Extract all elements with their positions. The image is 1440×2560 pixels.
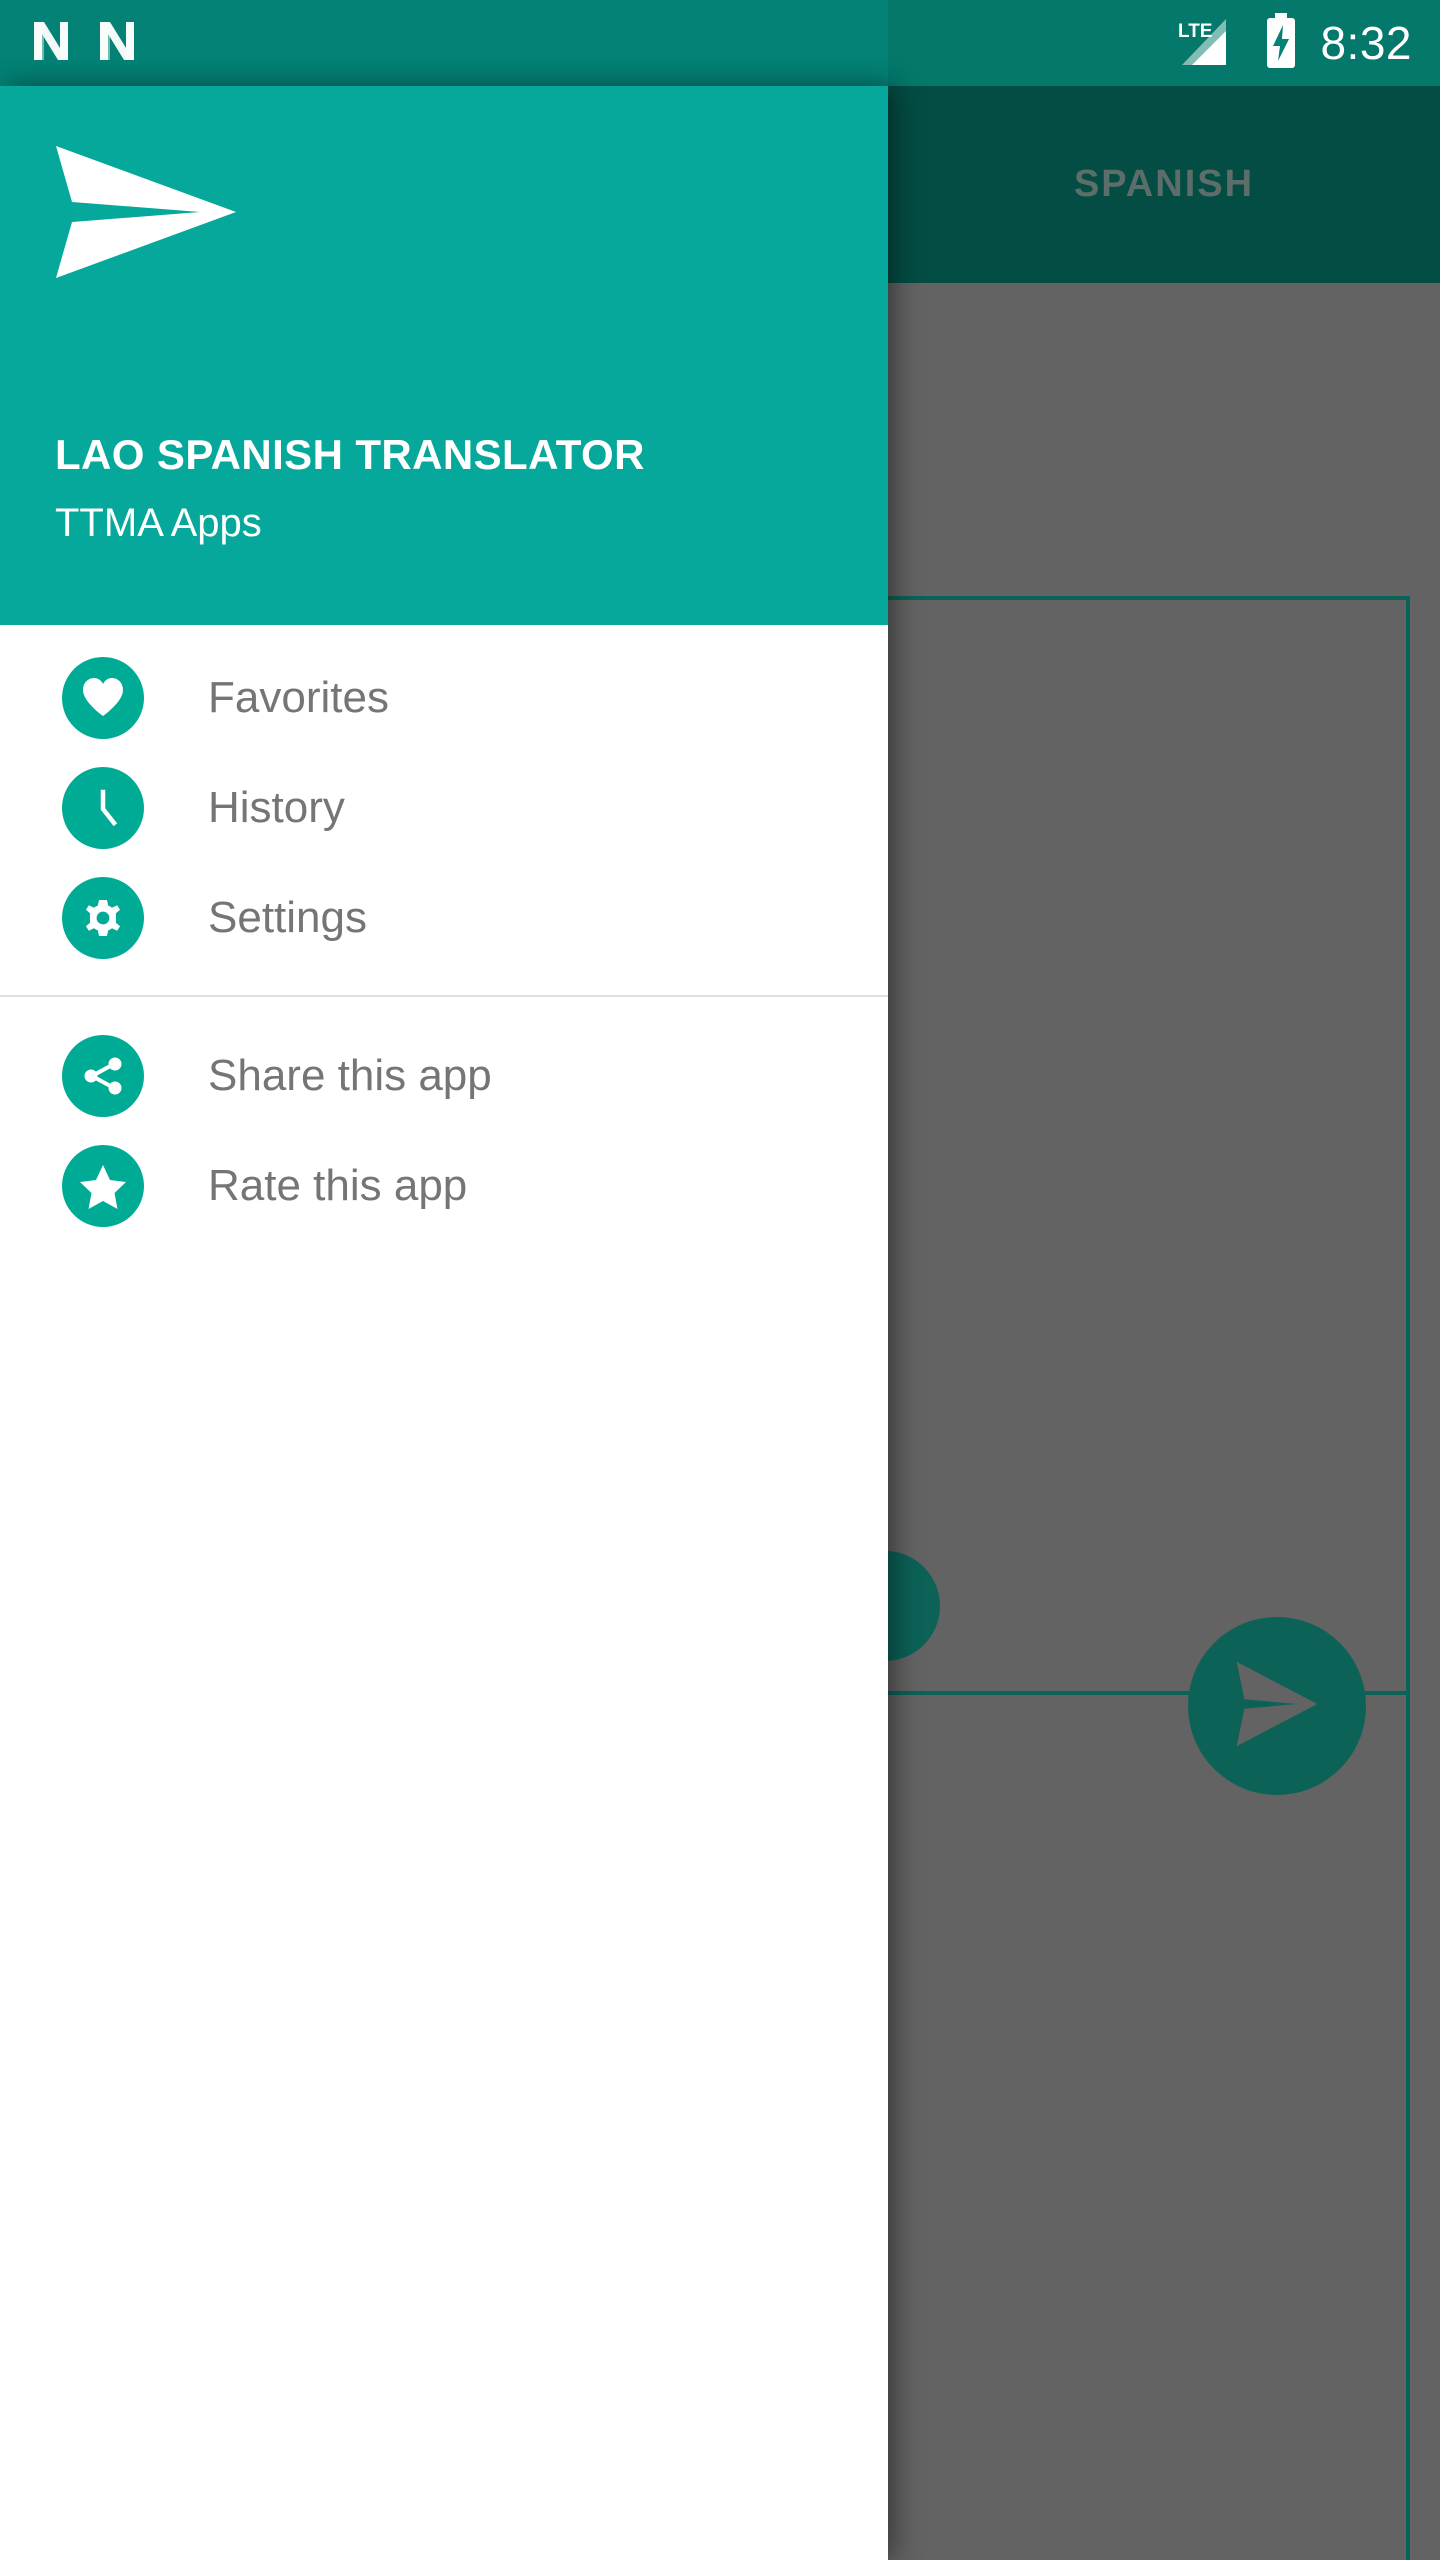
app-title: LAO SPANISH TRANSLATOR (55, 431, 645, 478)
drawer-primary-menu: Favorites History Settings (0, 625, 888, 973)
sidebar-item-label: History (208, 783, 345, 832)
sidebar-item-share-this-app[interactable]: Share this app (0, 1021, 888, 1131)
sidebar-item-settings[interactable]: Settings (0, 863, 888, 973)
sidebar-item-history[interactable]: History (0, 753, 888, 863)
app-publisher: TTMA Apps (55, 501, 262, 545)
gear-icon (62, 877, 144, 959)
android-n-icon (30, 18, 70, 69)
send-fab[interactable] (1188, 1617, 1366, 1795)
sidebar-item-rate-this-app[interactable]: Rate this app (0, 1131, 888, 1241)
svg-text:LTE: LTE (1178, 21, 1212, 42)
star-icon (62, 1145, 144, 1227)
send-icon (1229, 1656, 1325, 1757)
drawer-secondary-menu: Share this app Rate this app (0, 997, 888, 1241)
statusbar-clock: 8:32 (1320, 17, 1412, 69)
android-n-icon (96, 18, 136, 69)
screen-root: SPANISH LTE 8:32 LAO SPANISH TRANSLATOR … (0, 0, 1440, 2560)
send-paper-plane-logo (50, 142, 240, 282)
share-icon (62, 1035, 144, 1117)
statusbar (0, 0, 888, 86)
sidebar-item-label: Favorites (208, 673, 389, 722)
clock-icon (62, 767, 144, 849)
statusbar-right-cluster: LTE 8:32 (970, 0, 1440, 86)
tab-spanish[interactable]: SPANISH (888, 86, 1440, 283)
sidebar-item-label: Rate this app (208, 1161, 468, 1210)
sidebar-item-label: Settings (208, 893, 367, 942)
signal-bars-icon: LTE (1176, 15, 1242, 71)
sidebar-item-label: Share this app (208, 1051, 492, 1100)
navigation-drawer: LAO SPANISH TRANSLATOR TTMA Apps Favorit… (0, 86, 888, 2560)
drawer-header: LAO SPANISH TRANSLATOR TTMA Apps (0, 86, 888, 625)
heart-icon (62, 657, 144, 739)
sidebar-item-favorites[interactable]: Favorites (0, 643, 888, 753)
battery-charging-icon (1264, 12, 1298, 74)
